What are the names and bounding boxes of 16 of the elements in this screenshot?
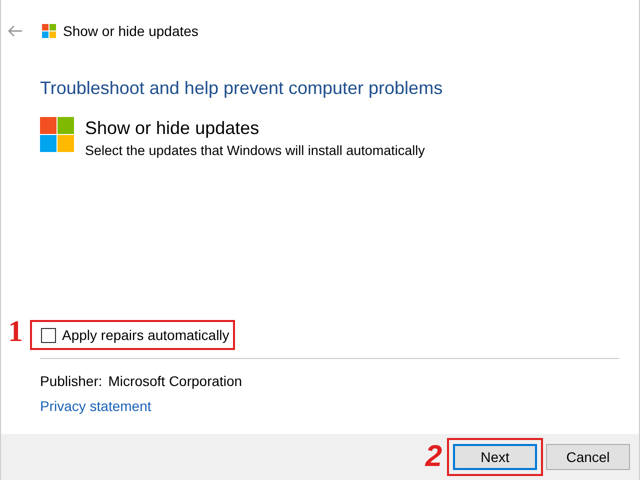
cancel-button[interactable]: Cancel bbox=[546, 444, 630, 470]
window-title: Show or hide updates bbox=[63, 23, 198, 39]
windows-logo-icon bbox=[42, 24, 56, 38]
next-button[interactable]: Next bbox=[453, 444, 537, 470]
tool-description: Select the updates that Windows will install automatically bbox=[85, 143, 425, 158]
annotation-number: 1 bbox=[8, 317, 23, 347]
checkbox[interactable] bbox=[41, 328, 56, 342]
tool-title: Show or hide updates bbox=[85, 118, 260, 139]
publisher-value: Microsoft Corporation bbox=[108, 373, 242, 389]
back-icon[interactable] bbox=[8, 25, 22, 37]
heading: Troubleshoot and help prevent computer problems bbox=[40, 78, 444, 99]
apply-repairs-checkbox[interactable]: Apply repairs automatically bbox=[30, 320, 236, 350]
publisher-label: Publisher: bbox=[40, 373, 102, 389]
annotation-number: 2 bbox=[425, 442, 442, 472]
windows-logo-icon bbox=[40, 117, 74, 152]
privacy-statement-link[interactable]: Privacy statement bbox=[40, 398, 152, 414]
